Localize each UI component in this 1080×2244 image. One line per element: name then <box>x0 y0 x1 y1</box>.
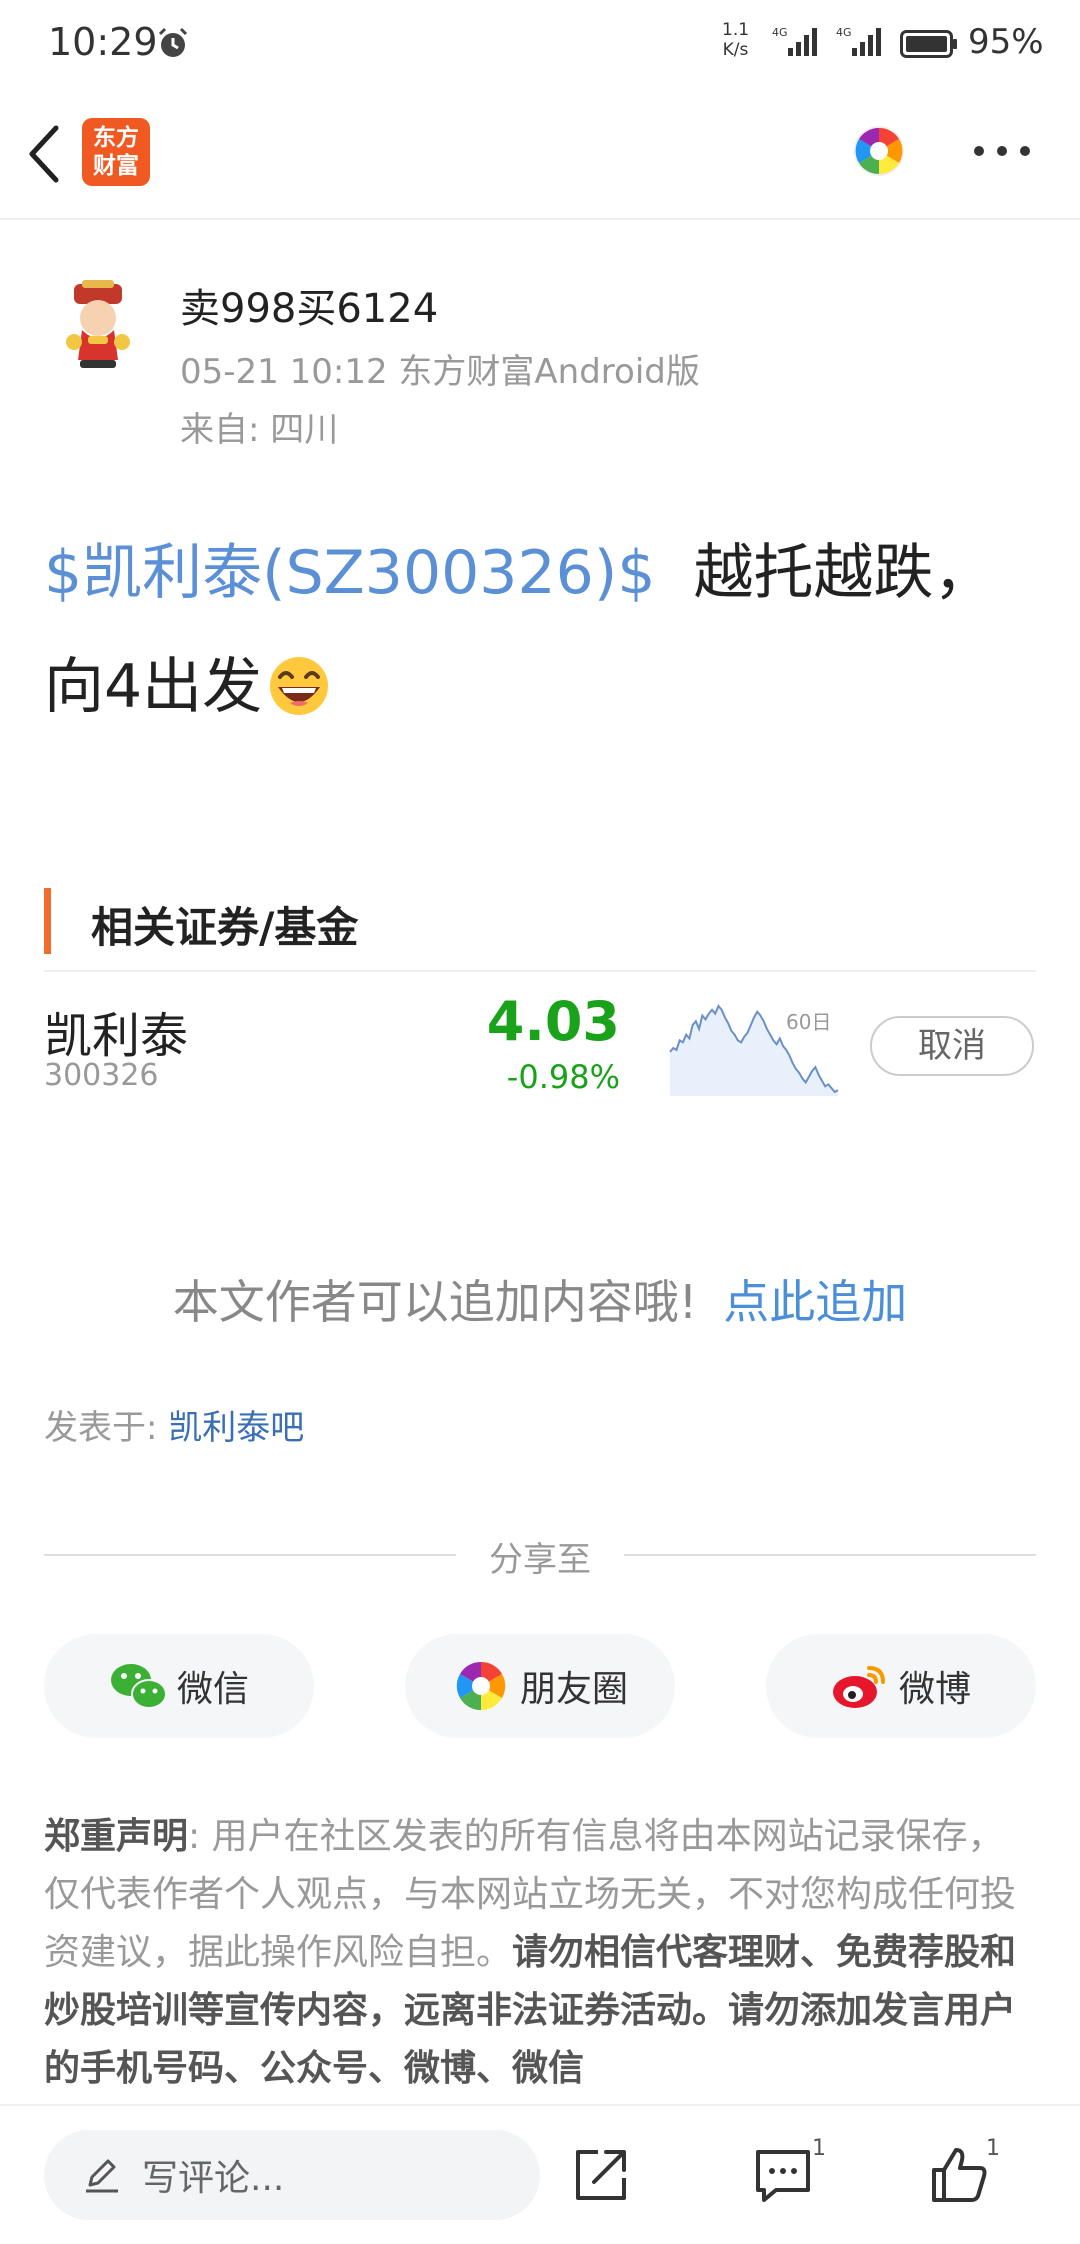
sparkline-period-label: 60日 <box>786 1010 832 1034</box>
battery-percent: 95% <box>968 22 1044 62</box>
alarm-icon <box>158 27 188 57</box>
signal-label-1: 4G <box>772 26 788 39</box>
net-speed-value: 1.1 <box>722 20 750 40</box>
like-count: 1 <box>986 2136 1000 2161</box>
divider <box>624 1554 1036 1556</box>
author-avatar[interactable] <box>52 280 144 372</box>
post-location: 来自: 四川 <box>180 410 339 450</box>
post-meta: 05-21 10:12 东方财富Android版 <box>180 352 700 392</box>
pencil-icon <box>86 2159 118 2193</box>
share-label: 分享至 <box>489 1540 591 1580</box>
wechat-icon <box>110 1664 167 1709</box>
bottom-action-bar: 写评论... 1 1 <box>0 2104 1080 2244</box>
append-hint: 本文作者可以追加内容哦! <box>172 1275 698 1329</box>
share-wechat-label: 微信 <box>176 1669 249 1710</box>
share-icon[interactable] <box>570 2144 632 2206</box>
divider <box>44 970 1036 972</box>
signal-icon: 4G <box>836 26 881 56</box>
weibo-icon <box>832 1666 885 1708</box>
post-content: $凯利泰(SZ300326)$ 越托越跌， 向4出发 <box>44 516 1044 744</box>
related-section-title: 相关证券/基金 <box>91 903 359 952</box>
related-section-header: 相关证券/基金 <box>44 888 1036 954</box>
post-text-part2: 向4出发 <box>44 652 263 722</box>
comment-input[interactable]: 写评论... <box>44 2130 540 2220</box>
posted-in-bar-link[interactable]: 凯利泰吧 <box>168 1408 304 1448</box>
cancel-follow-button[interactable]: 取消 <box>870 1016 1034 1076</box>
signal-icon: 4G <box>772 26 817 56</box>
append-link[interactable]: 点此追加 <box>723 1275 907 1329</box>
stock-name[interactable]: 凯利泰 <box>44 996 188 1066</box>
stock-price: 4.03 <box>486 990 620 1053</box>
logo-line2: 财富 <box>93 153 139 179</box>
status-bar: 10:29 1.1 K/s 4G 4G 95% <box>0 0 1080 92</box>
net-speed-unit: K/s <box>722 40 749 60</box>
stock-change: -0.98% <box>506 1058 620 1096</box>
more-icon[interactable] <box>972 144 1032 158</box>
disclaimer: 郑重声明: 用户在社区发表的所有信息将由本网站记录保存，仅代表作者个人观点，与本… <box>44 1808 1036 2098</box>
back-icon[interactable] <box>24 120 64 188</box>
share-moments-button[interactable]: 朋友圈 <box>405 1634 675 1738</box>
share-moments-label: 朋友圈 <box>519 1669 628 1710</box>
logo-line1: 东方 <box>93 125 139 151</box>
net-speed: 1.1 K/s <box>722 20 749 60</box>
comment-placeholder: 写评论... <box>142 2158 285 2199</box>
author-name[interactable]: 卖998买6124 <box>180 276 438 334</box>
laughing-emoji-icon <box>270 657 329 715</box>
posted-in: 发表于: 凯利泰吧 <box>44 1400 304 1449</box>
nav-bar: 东方 财富 <box>0 92 1080 220</box>
comment-count: 1 <box>812 2136 826 2161</box>
share-weibo-label: 微博 <box>898 1669 971 1710</box>
like-icon[interactable] <box>928 2144 990 2206</box>
moments-camera-icon[interactable] <box>852 124 906 178</box>
comment-icon[interactable] <box>752 2144 814 2206</box>
append-content-row: 本文作者可以追加内容哦! 点此追加 <box>0 1266 1080 1332</box>
signal-label-2: 4G <box>836 26 852 39</box>
posted-in-label: 发表于: <box>44 1408 169 1448</box>
moments-icon <box>456 1661 506 1711</box>
disclaimer-title: 郑重声明 <box>44 1816 189 1857</box>
status-time: 10:29 <box>48 20 158 64</box>
share-wechat-button[interactable]: 微信 <box>44 1634 314 1738</box>
stock-code: 300326 <box>44 1058 159 1093</box>
app-logo[interactable]: 东方 财富 <box>82 118 150 186</box>
battery-icon <box>900 30 957 58</box>
post-text-part1: 越托越跌， <box>693 538 994 608</box>
share-weibo-button[interactable]: 微博 <box>766 1634 1036 1738</box>
stock-tag-link[interactable]: $凯利泰(SZ300326)$ <box>44 538 655 608</box>
